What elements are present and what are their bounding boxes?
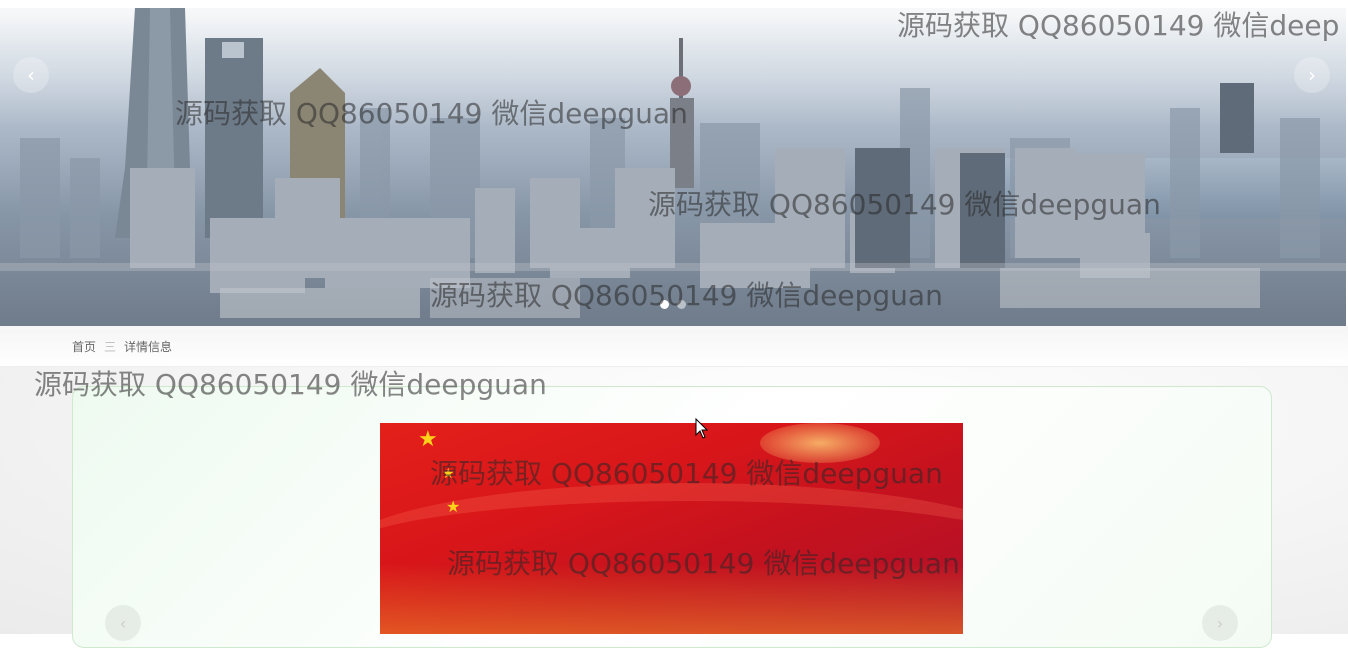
gallery-prev-button[interactable]: ‹ bbox=[105, 605, 141, 641]
city-skyline-image bbox=[0, 8, 1346, 318]
chevron-left-icon: ‹ bbox=[119, 613, 127, 633]
chevron-right-icon: › bbox=[1216, 613, 1224, 633]
banner-prev-button[interactable]: ‹ bbox=[13, 57, 49, 93]
breadcrumb-bar: 首页 三 详情信息 bbox=[0, 326, 1348, 367]
banner-dot-1[interactable] bbox=[660, 300, 669, 309]
emblem-glow bbox=[760, 423, 880, 463]
breadcrumb-current: 详情信息 bbox=[124, 340, 173, 354]
star-icon: ★ bbox=[446, 497, 461, 516]
chevron-left-icon: ‹ bbox=[27, 63, 35, 87]
breadcrumb-separator: 三 bbox=[104, 340, 117, 354]
star-icon: ★ bbox=[442, 466, 455, 482]
banner-next-button[interactable]: › bbox=[1294, 57, 1330, 93]
detail-gallery-image: ★ ★ ★ bbox=[380, 423, 963, 634]
breadcrumb: 首页 三 详情信息 bbox=[72, 338, 172, 355]
banner-carousel[interactable]: ‹ › bbox=[0, 8, 1346, 326]
star-icon: ★ bbox=[418, 427, 438, 452]
chevron-right-icon: › bbox=[1308, 63, 1316, 87]
banner-dot-2[interactable] bbox=[677, 300, 686, 309]
breadcrumb-home-link[interactable]: 首页 bbox=[72, 338, 96, 355]
mouse-cursor-icon bbox=[695, 418, 709, 439]
top-strip bbox=[0, 0, 1348, 8]
flag-bottom-glow bbox=[380, 564, 963, 634]
gallery-next-button[interactable]: › bbox=[1202, 605, 1238, 641]
banner-pagination bbox=[0, 300, 1346, 309]
